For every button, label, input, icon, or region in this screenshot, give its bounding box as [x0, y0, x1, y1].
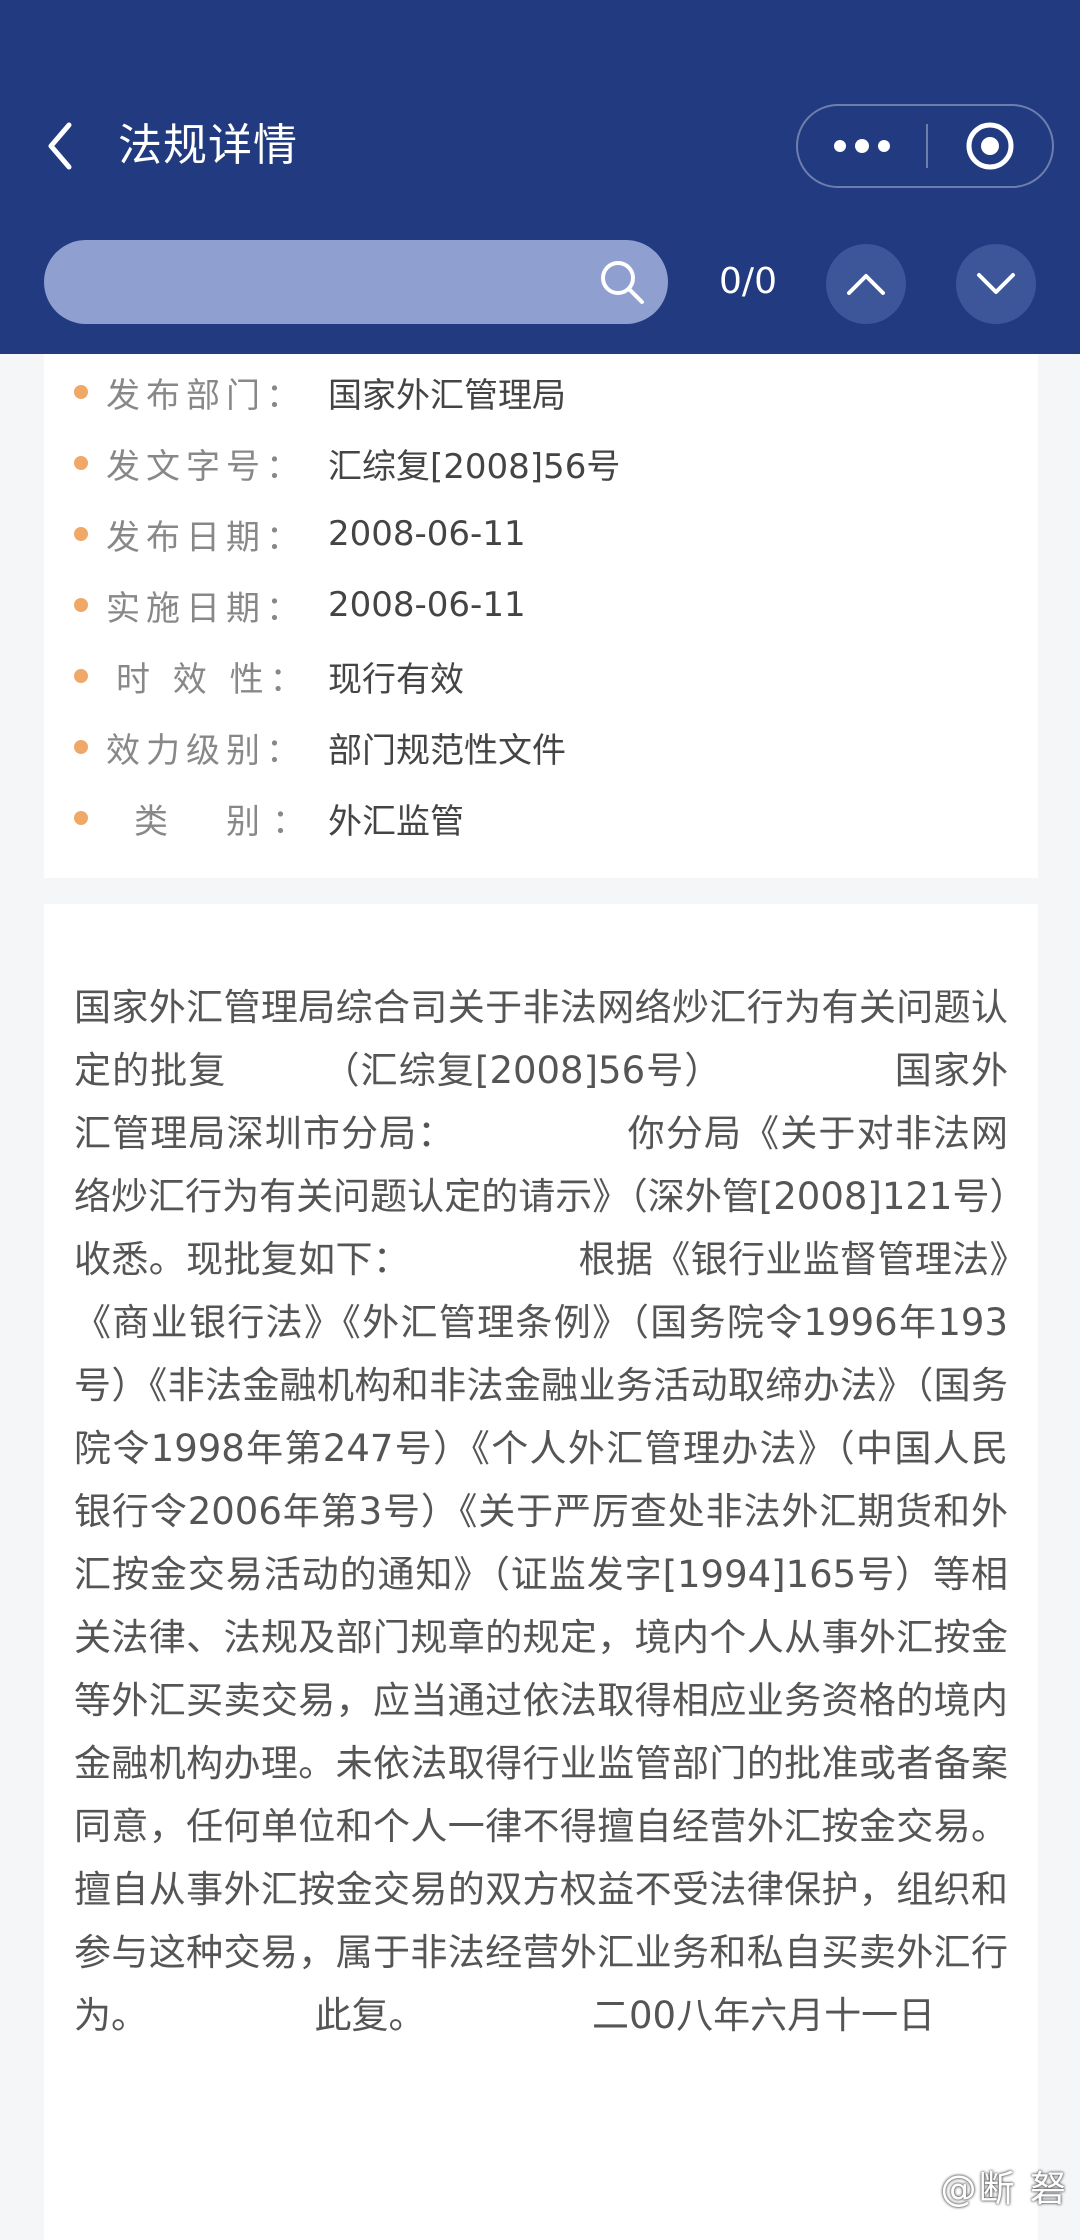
page-title: 法规详情 [118, 120, 298, 171]
info-value: 外汇监管 [328, 801, 464, 842]
bullet-dot-icon [74, 811, 88, 825]
info-row-category: 类 别： 外汇监管 [44, 788, 1038, 848]
info-value: 2008-06-11 [328, 514, 526, 554]
info-row-validity: 时 效 性： 现行有效 [44, 646, 1038, 706]
info-value: 现行有效 [328, 659, 464, 700]
chevron-left-icon [48, 122, 72, 170]
back-button[interactable] [40, 118, 80, 174]
bullet-dot-icon [74, 740, 88, 754]
info-label: 发文字号： [106, 446, 306, 487]
info-label: 类 别： [134, 801, 318, 842]
info-row-level: 效力级别： 部门规范性文件 [44, 717, 1038, 777]
mini-program-capsule [796, 104, 1054, 188]
close-miniprogram-button[interactable] [928, 106, 1052, 186]
regulation-body-text: 国家外汇管理局综合司关于非法网络炒汇行为有关问题认定的批复 （汇综复[2008]… [74, 986, 1008, 2037]
info-label: 效力级别： [106, 730, 306, 771]
search-result-counter: 0/0 [719, 261, 777, 302]
more-button[interactable] [798, 106, 926, 186]
target-circle-icon [966, 122, 1014, 170]
info-value: 部门规范性文件 [328, 730, 566, 771]
watermark: @断 砮 [940, 2169, 1068, 2210]
regulation-info-card: 发布部门： 国家外汇管理局 发文字号： 汇综复[2008]56号 发布日期： 2… [44, 354, 1038, 878]
search-box[interactable] [44, 240, 668, 326]
more-dots-icon [834, 139, 890, 153]
search-input[interactable] [74, 240, 598, 326]
chevron-down-icon [977, 273, 1015, 294]
info-label: 发布部门： [106, 375, 306, 416]
bullet-dot-icon [74, 669, 88, 683]
info-value: 汇综复[2008]56号 [328, 446, 621, 487]
bullet-dot-icon [74, 385, 88, 399]
next-result-button[interactable] [956, 244, 1036, 324]
info-label: 实施日期： [106, 588, 306, 629]
info-label: 时 效 性： [116, 659, 310, 700]
info-row-issuer: 发布部门： 国家外汇管理局 [44, 362, 1038, 422]
info-label: 发布日期： [106, 517, 306, 558]
search-icon[interactable] [598, 258, 646, 306]
previous-result-button[interactable] [826, 244, 906, 324]
bullet-dot-icon [74, 598, 88, 612]
regulation-content-card: 国家外汇管理局综合司关于非法网络炒汇行为有关问题认定的批复 （汇综复[2008]… [44, 904, 1038, 2240]
info-row-publish-date: 发布日期： 2008-06-11 [44, 504, 1038, 564]
info-row-effective-date: 实施日期： 2008-06-11 [44, 575, 1038, 635]
bullet-dot-icon [74, 456, 88, 470]
info-value: 2008-06-11 [328, 585, 526, 625]
bullet-dot-icon [74, 527, 88, 541]
chevron-up-icon [847, 274, 885, 295]
info-value: 国家外汇管理局 [328, 375, 566, 416]
info-row-document-number: 发文字号： 汇综复[2008]56号 [44, 433, 1038, 493]
header-bar: 法规详情 0/0 [0, 0, 1080, 354]
